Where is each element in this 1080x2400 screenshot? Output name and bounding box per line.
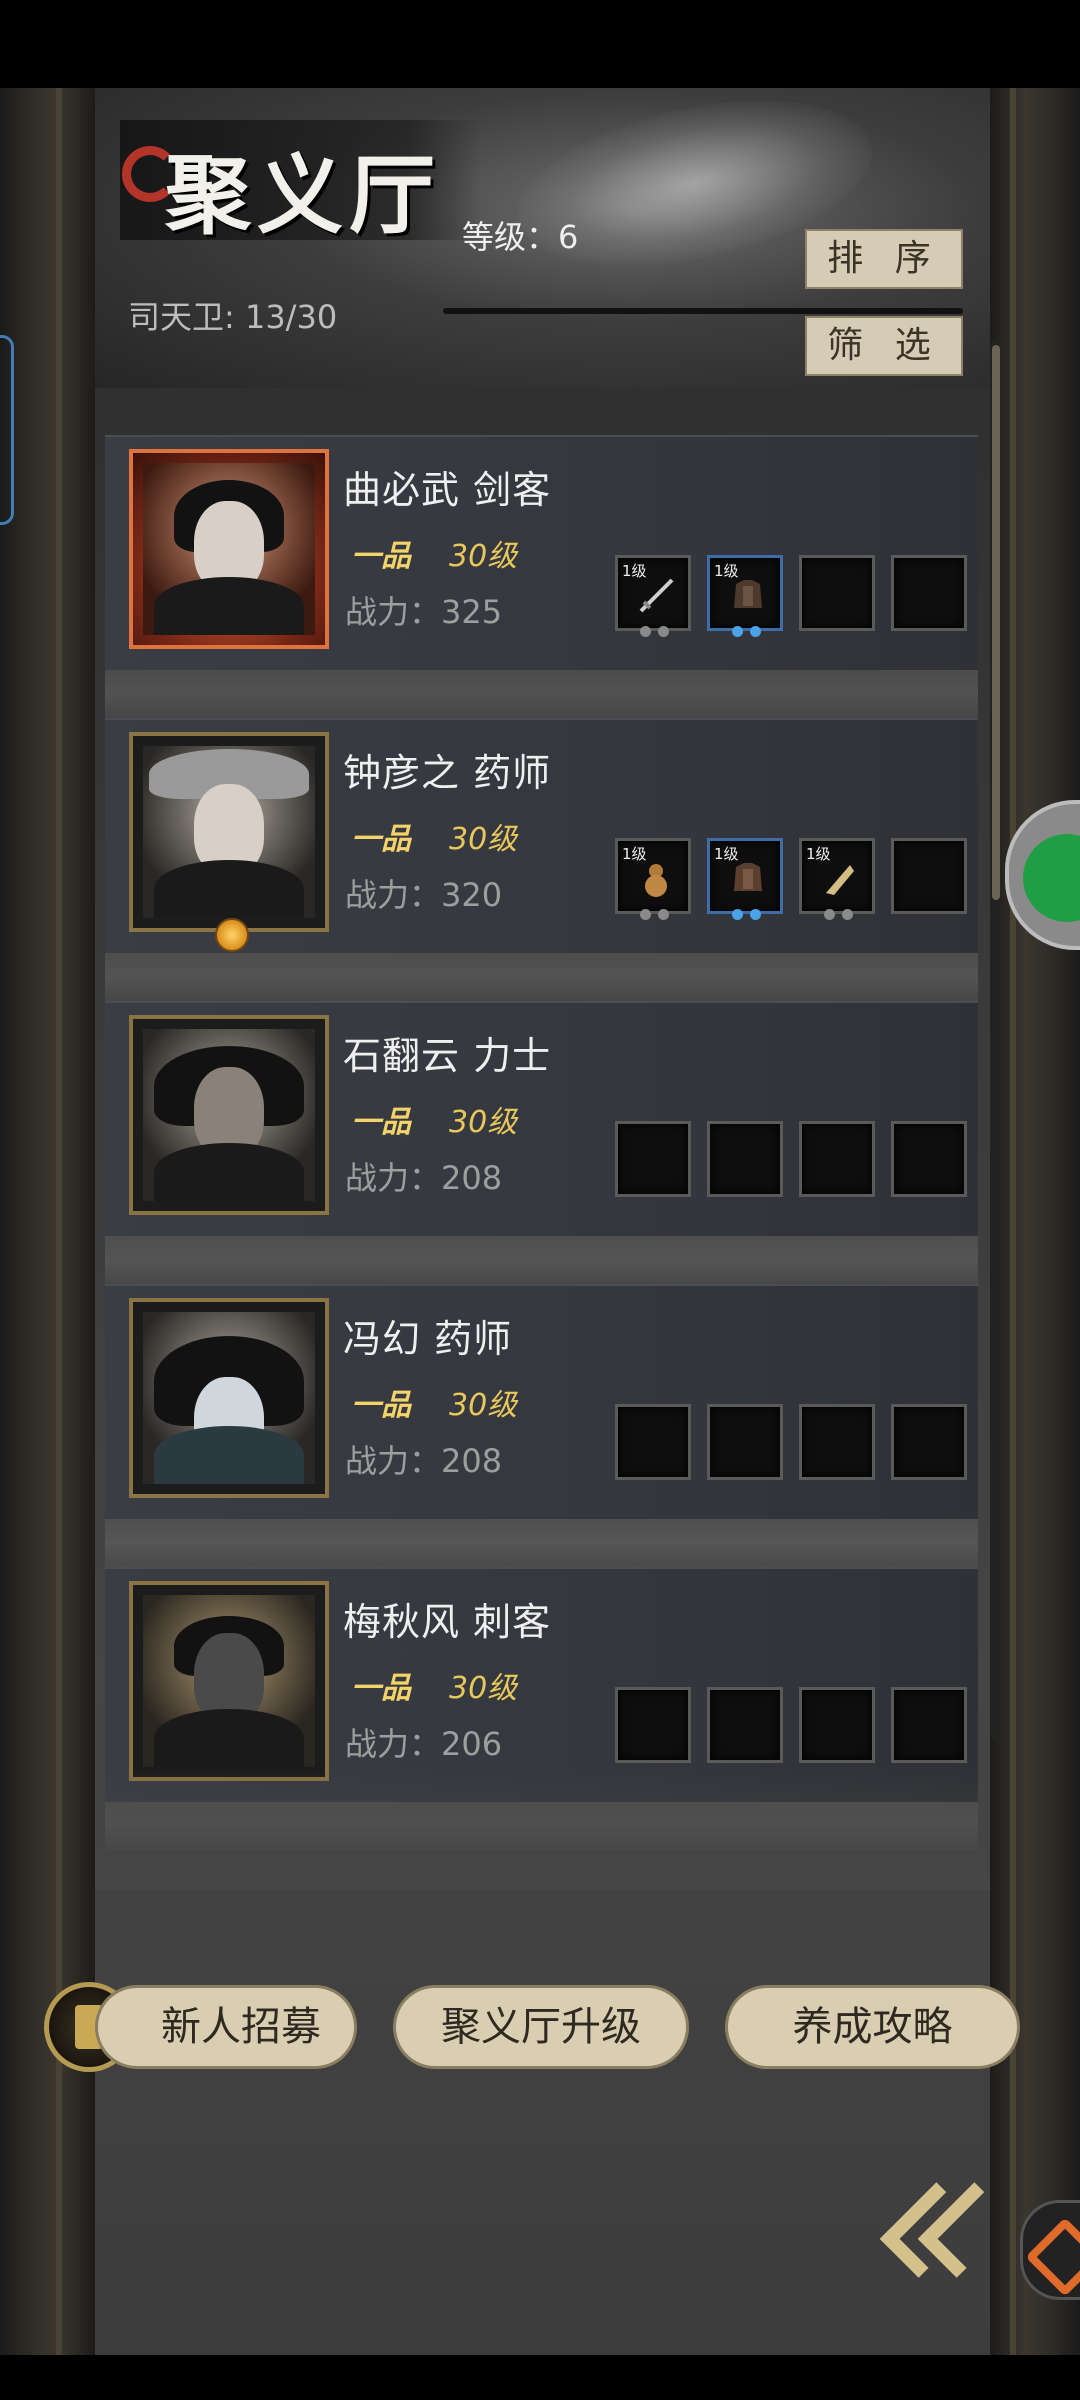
status-bar bbox=[0, 0, 1080, 88]
page-title: 聚义厅 bbox=[165, 145, 441, 246]
equipment-slot[interactable] bbox=[615, 1121, 691, 1197]
hero-card[interactable]: 石翻云 力士 一品 30级 战力：208 bbox=[105, 1001, 978, 1236]
hero-portrait[interactable] bbox=[129, 449, 329, 649]
hero-name: 冯幻 药师 bbox=[343, 1317, 513, 1361]
bottom-bar bbox=[0, 2355, 1080, 2400]
hero-portrait[interactable] bbox=[129, 732, 329, 932]
hero-level: 30级 bbox=[449, 539, 518, 574]
hero-level: 30级 bbox=[449, 822, 518, 857]
element-badge-icon bbox=[215, 918, 249, 952]
equipment-slot[interactable] bbox=[615, 1404, 691, 1480]
hero-power: 战力：208 bbox=[345, 1159, 503, 1197]
hero-rank: 一品 bbox=[351, 539, 411, 574]
floating-menu-button[interactable] bbox=[1020, 2200, 1080, 2300]
hero-level: 30级 bbox=[449, 1388, 518, 1423]
hero-card[interactable]: 冯幻 药师 一品 30级 战力：208 bbox=[105, 1284, 978, 1519]
hero-portrait[interactable] bbox=[129, 1581, 329, 1781]
equipment-slot[interactable] bbox=[707, 1121, 783, 1197]
hero-card[interactable]: 钟彦之 药师 一品 30级 战力：320 1级 1级 1级 bbox=[105, 718, 978, 953]
horn-icon bbox=[826, 865, 854, 895]
armor-icon bbox=[734, 863, 762, 891]
list-fade bbox=[95, 1770, 990, 1890]
hero-rank: 一品 bbox=[351, 1671, 411, 1706]
equipment-slot[interactable]: 1级 bbox=[615, 838, 691, 920]
equipment-slot[interactable]: 1级 bbox=[707, 838, 783, 920]
equipment-slot[interactable] bbox=[799, 1121, 875, 1197]
equipment-slot[interactable] bbox=[891, 555, 967, 631]
hero-name: 曲必武 剑客 bbox=[343, 468, 552, 512]
card-divider bbox=[105, 953, 978, 1001]
card-divider bbox=[105, 1519, 978, 1567]
equipment-slot[interactable] bbox=[891, 1404, 967, 1480]
scrollbar-thumb[interactable] bbox=[992, 345, 1000, 900]
hero-power: 战力：325 bbox=[345, 593, 503, 631]
edge-handle[interactable] bbox=[0, 335, 14, 525]
equipment-slot[interactable] bbox=[707, 1404, 783, 1480]
sort-button[interactable]: 排 序 bbox=[805, 229, 963, 289]
equipment-slot[interactable] bbox=[799, 1687, 875, 1763]
equipment-slot[interactable] bbox=[891, 1687, 967, 1763]
hero-portrait[interactable] bbox=[129, 1015, 329, 1215]
equipment-slot[interactable] bbox=[891, 1121, 967, 1197]
hero-name: 钟彦之 药师 bbox=[343, 751, 552, 795]
card-divider bbox=[105, 1236, 978, 1284]
hero-portrait[interactable] bbox=[129, 1298, 329, 1498]
hero-card[interactable]: 梅秋风 刺客 一品 30级 战力：206 bbox=[105, 1567, 978, 1802]
hero-level: 30级 bbox=[449, 1671, 518, 1706]
hall-upgrade-button[interactable]: 聚义厅升级 bbox=[393, 1985, 689, 2069]
equipment-slot[interactable]: 1级 bbox=[615, 555, 691, 637]
header-divider bbox=[443, 308, 963, 314]
equipment-slot[interactable] bbox=[891, 838, 967, 914]
hero-rank: 一品 bbox=[351, 822, 411, 857]
hero-rank: 一品 bbox=[351, 1388, 411, 1423]
wechat-icon bbox=[1023, 834, 1080, 922]
recruit-button[interactable]: 新人招募 bbox=[95, 1985, 357, 2069]
armor-icon bbox=[734, 580, 762, 608]
hero-card[interactable]: 曲必武 剑客 一品 30级 战力：325 1级 1级 bbox=[105, 435, 978, 670]
equipment-slot[interactable] bbox=[799, 1404, 875, 1480]
growth-guide-button[interactable]: 养成攻略 bbox=[725, 1985, 1020, 2069]
equipment-slot[interactable]: 1级 bbox=[799, 838, 875, 920]
equipment-slot[interactable] bbox=[707, 1687, 783, 1763]
equipment-slot[interactable] bbox=[615, 1687, 691, 1763]
hero-list[interactable]: 曲必武 剑客 一品 30级 战力：325 1级 1级 钟彦之 药师 一品 30级… bbox=[105, 340, 978, 1850]
capacity-count: 司天卫: 13/30 bbox=[128, 298, 338, 336]
hero-power: 战力：206 bbox=[345, 1725, 503, 1763]
card-divider bbox=[105, 670, 978, 718]
hero-power: 战力：208 bbox=[345, 1442, 503, 1480]
hero-name: 石翻云 力士 bbox=[343, 1034, 552, 1078]
hero-level: 30级 bbox=[449, 1105, 518, 1140]
equipment-slot[interactable] bbox=[799, 555, 875, 631]
hero-power: 战力：320 bbox=[345, 876, 503, 914]
gourd-icon bbox=[645, 864, 667, 897]
sword-icon bbox=[639, 578, 674, 613]
hero-name: 梅秋风 刺客 bbox=[343, 1600, 552, 1644]
equipment-slot[interactable]: 1级 bbox=[707, 555, 783, 637]
hall-level: 等级：6 bbox=[462, 218, 579, 256]
hero-rank: 一品 bbox=[351, 1105, 411, 1140]
back-button[interactable] bbox=[879, 2170, 1014, 2290]
